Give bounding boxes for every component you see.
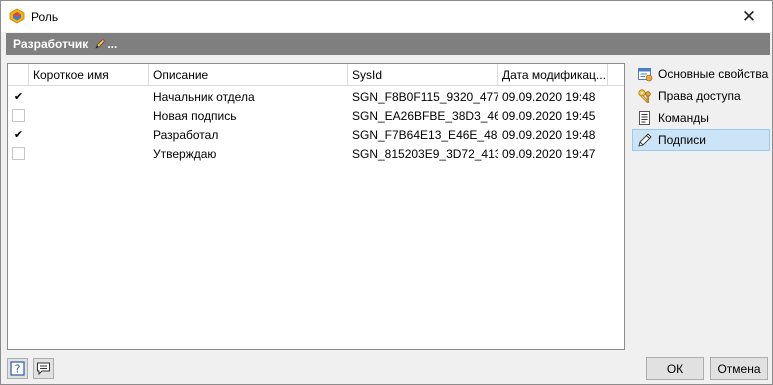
row-checkbox[interactable] (12, 147, 25, 160)
cell-modified: 09.09.2020 19:48 (502, 127, 596, 142)
commands-icon (639, 111, 650, 125)
footer-tools: ? (7, 358, 54, 379)
side-navigation: Основные свойства Права доступа Команды (632, 63, 770, 151)
nav-item-label: Команды (658, 111, 709, 125)
app-logo-icon (9, 8, 25, 24)
svg-text:?: ? (15, 363, 21, 376)
cell-sysid: SGN_815203E9_3D72_413... (352, 146, 498, 161)
cell-modified: 09.09.2020 19:45 (502, 108, 596, 123)
column-header-description[interactable]: Описание (149, 64, 348, 85)
ok-button[interactable]: ОК (646, 357, 704, 380)
column-header-filler (608, 64, 624, 85)
window-title: Роль (31, 10, 59, 24)
column-header-check[interactable] (8, 64, 29, 85)
cell-description: Начальник отдела (153, 89, 255, 104)
nav-item-commands[interactable]: Команды (632, 107, 770, 129)
column-header-sysid[interactable]: SysId (348, 64, 498, 85)
header-ellipsis[interactable]: ... (107, 37, 117, 51)
properties-icon (638, 68, 653, 82)
nav-item-main-properties[interactable]: Основные свойства (632, 63, 770, 85)
cell-modified: 09.09.2020 19:47 (502, 146, 596, 161)
nav-item-signatures[interactable]: Подписи (632, 129, 770, 151)
cell-description: Утверждаю (153, 146, 217, 161)
role-dialog: Роль ✕ Разработчик ... Короткое имя Опис… (0, 0, 773, 385)
row-checkbox[interactable]: ✔ (12, 128, 25, 141)
nav-item-access-rights[interactable]: Права доступа (632, 85, 770, 107)
cell-sysid: SGN_F8B0F115_9320_4775... (352, 89, 498, 104)
help-icon: ? (10, 361, 25, 376)
nav-item-label: Подписи (658, 133, 706, 147)
cancel-button[interactable]: Отмена (710, 357, 768, 380)
column-header-short-name[interactable]: Короткое имя (29, 64, 149, 85)
keys-icon (638, 89, 651, 103)
column-header-modified[interactable]: Дата модификац... (498, 64, 608, 85)
nav-item-label: Основные свойства (658, 67, 769, 81)
role-name: Разработчик (13, 37, 89, 51)
signatures-grid: Короткое имя Описание SysId Дата модифик… (7, 63, 625, 350)
comment-button[interactable] (33, 358, 54, 379)
cell-description: Разработал (153, 127, 219, 142)
role-header: Разработчик ... (6, 33, 770, 55)
table-row[interactable]: ✔ Разработал SGN_F7B64E13_E46E_487... 09… (8, 125, 624, 144)
cell-sysid: SGN_EA26BFBE_38D3_46... (352, 108, 498, 123)
grid-rows: ✔ Начальник отдела SGN_F8B0F115_9320_477… (8, 87, 624, 163)
row-checkbox[interactable] (12, 109, 25, 122)
cell-modified: 09.09.2020 19:48 (502, 89, 596, 104)
table-row[interactable]: ✔ Начальник отдела SGN_F8B0F115_9320_477… (8, 87, 624, 106)
row-checkbox[interactable]: ✔ (12, 90, 25, 103)
table-row[interactable]: Новая подпись SGN_EA26BFBE_38D3_46... 09… (8, 106, 624, 125)
signature-pen-icon (638, 133, 652, 147)
edit-pencil-icon[interactable] (94, 38, 106, 50)
grid-header: Короткое имя Описание SysId Дата модифик… (8, 64, 624, 86)
close-button[interactable]: ✕ (726, 1, 772, 32)
cell-sysid: SGN_F7B64E13_E46E_487... (352, 127, 498, 142)
title-bar: Роль ✕ (1, 1, 772, 32)
nav-item-label: Права доступа (658, 89, 741, 103)
close-icon: ✕ (741, 6, 757, 27)
cell-description: Новая подпись (153, 108, 237, 123)
table-row[interactable]: Утверждаю SGN_815203E9_3D72_413... 09.09… (8, 144, 624, 163)
comment-icon (37, 362, 50, 376)
help-button[interactable]: ? (7, 358, 28, 379)
